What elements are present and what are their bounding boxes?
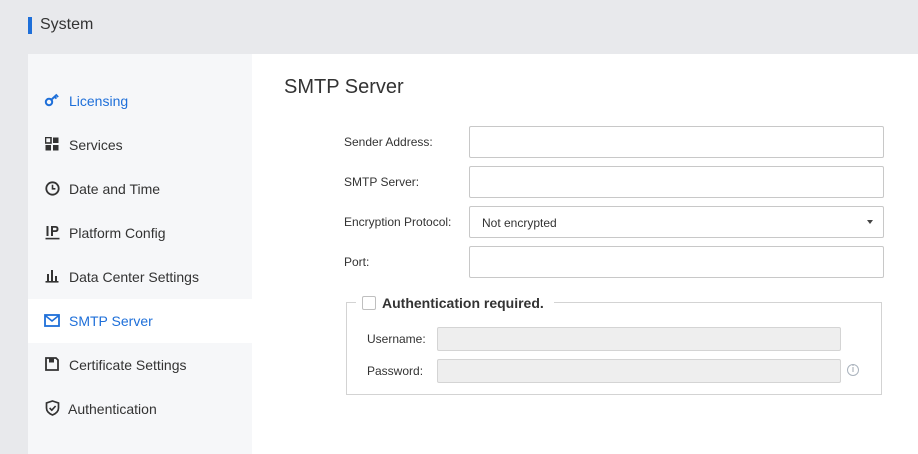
password-label: Password: — [367, 364, 424, 378]
sidebar-item-label: Certificate Settings — [69, 357, 187, 373]
authentication-required-label: Authentication required. — [382, 295, 544, 311]
sender-address-input[interactable] — [469, 126, 884, 158]
authentication-required-checkbox[interactable] — [362, 296, 376, 310]
smtp-server-input[interactable] — [469, 166, 884, 198]
mail-icon — [44, 312, 60, 328]
encryption-protocol-select[interactable]: Not encrypted — [469, 206, 884, 238]
shield-icon — [44, 400, 60, 416]
sidebar-item-date-and-time[interactable]: Date and Time — [28, 167, 252, 211]
encryption-protocol-value: Not encrypted — [482, 216, 557, 230]
sidebar: Licensing Services Date and Time Platfor… — [28, 54, 252, 454]
sidebar-item-label: Data Center Settings — [69, 269, 199, 285]
sender-address-label: Sender Address: — [344, 135, 433, 149]
sidebar-item-services[interactable]: Services — [28, 123, 252, 167]
password-input[interactable] — [437, 359, 841, 383]
key-icon — [44, 92, 60, 108]
smtp-server-label: SMTP Server: — [344, 175, 420, 189]
info-icon[interactable]: i — [847, 364, 859, 376]
header-accent-bar — [28, 17, 32, 34]
sidebar-item-label: SMTP Server — [69, 313, 153, 329]
port-label: Port: — [344, 255, 370, 269]
sidebar-item-label: Licensing — [69, 93, 129, 109]
page-header: System — [0, 0, 918, 54]
sidebar-item-certificate-settings[interactable]: Certificate Settings — [28, 343, 252, 387]
sidebar-item-authentication[interactable]: Authentication — [28, 387, 252, 431]
sidebar-item-licensing[interactable]: Licensing — [28, 79, 252, 123]
username-label: Username: — [367, 332, 426, 346]
sidebar-item-data-center-settings[interactable]: Data Center Settings — [28, 255, 252, 299]
sidebar-item-label: Authentication — [68, 401, 157, 417]
save-icon — [44, 356, 60, 372]
encryption-protocol-label: Encryption Protocol: — [344, 215, 452, 229]
ip-icon — [44, 224, 60, 240]
grid-icon — [44, 136, 60, 152]
sidebar-item-platform-config[interactable]: Platform Config — [28, 211, 252, 255]
bar-chart-icon — [44, 268, 60, 284]
sidebar-item-label: Date and Time — [69, 181, 161, 197]
main-content: SMTP Server Sender Address: SMTP Server:… — [252, 54, 918, 454]
app-window: System Licensing Services Date and Time … — [0, 0, 918, 454]
username-input[interactable] — [437, 327, 841, 351]
sidebar-item-smtp-server[interactable]: SMTP Server — [28, 299, 252, 343]
clock-icon — [44, 180, 60, 196]
authentication-legend: Authentication required. — [356, 294, 554, 312]
caret-down-icon — [867, 220, 873, 224]
page-section-title: System — [40, 16, 94, 33]
port-input[interactable] — [469, 246, 884, 278]
sidebar-item-label: Platform Config — [69, 225, 166, 241]
page-title: SMTP Server — [284, 76, 404, 98]
sidebar-item-label: Services — [69, 137, 123, 153]
